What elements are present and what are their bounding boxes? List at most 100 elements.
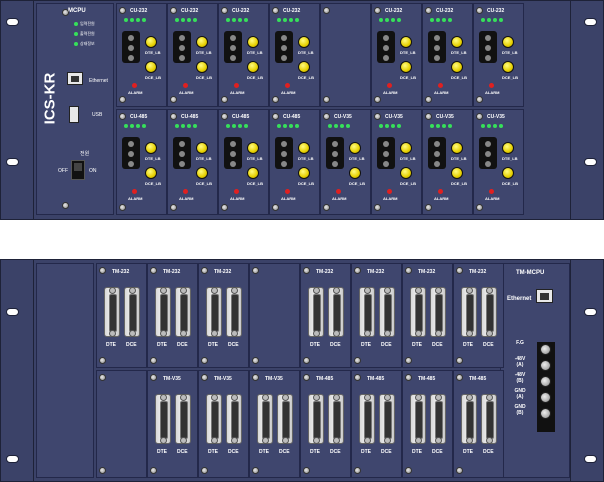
dte-db25-connector[interactable]: [410, 394, 426, 444]
dce-db25-connector[interactable]: [124, 287, 140, 337]
top-right-ear: [570, 0, 604, 220]
dte-db25-connector[interactable]: [461, 394, 477, 444]
dce-db25-connector[interactable]: [481, 394, 497, 444]
rj-port-block[interactable]: [173, 31, 191, 63]
dte-loopback-button[interactable]: [196, 36, 208, 48]
terminal-screw[interactable]: [540, 392, 551, 403]
dte-db25-connector[interactable]: [410, 287, 426, 337]
dte-db25-connector[interactable]: [155, 287, 171, 337]
dce-db25-connector[interactable]: [328, 394, 344, 444]
dte-loopback-button[interactable]: [247, 142, 259, 154]
dce-loopback-button[interactable]: [145, 61, 157, 73]
terminal-screw[interactable]: [540, 360, 551, 371]
rj-port-block[interactable]: [224, 137, 242, 169]
dce-db25-connector[interactable]: [175, 287, 191, 337]
dte-loopback-button[interactable]: [451, 142, 463, 154]
rj-port-block[interactable]: [122, 137, 140, 169]
dte-db25-connector[interactable]: [257, 394, 273, 444]
dce-loopback-button[interactable]: [400, 61, 412, 73]
dce-loopback-button[interactable]: [247, 167, 259, 179]
dte-db25-connector[interactable]: [359, 287, 375, 337]
dte-db25-connector[interactable]: [155, 394, 171, 444]
rj-port-block[interactable]: [224, 31, 242, 63]
rj-port-block[interactable]: [326, 137, 344, 169]
status-led-label: 출력전원: [80, 31, 95, 36]
dce-loopback-button[interactable]: [298, 167, 310, 179]
rj-port-block[interactable]: [377, 31, 395, 63]
rj-port-block[interactable]: [173, 137, 191, 169]
power-switch[interactable]: [71, 160, 85, 180]
port-pin: [281, 35, 287, 41]
rj-port-block[interactable]: [479, 31, 497, 63]
dte-db25-connector[interactable]: [206, 287, 222, 337]
dte-loopback-button[interactable]: [451, 36, 463, 48]
dte-loopback-button[interactable]: [298, 142, 310, 154]
tm-ethernet-port[interactable]: [536, 289, 553, 303]
dte-loopback-button[interactable]: [298, 36, 310, 48]
dte-db25-connector[interactable]: [308, 394, 324, 444]
dce-db25-connector[interactable]: [277, 394, 293, 444]
dce-loopback-button[interactable]: [502, 61, 514, 73]
dte-loopback-button[interactable]: [400, 36, 412, 48]
dce-db25-connector[interactable]: [481, 287, 497, 337]
dte-label: DTE: [157, 449, 167, 455]
dce-loopback-button[interactable]: [400, 167, 412, 179]
rj-port-block[interactable]: [428, 31, 446, 63]
connector-screw: [109, 330, 116, 337]
connector-screw: [466, 330, 473, 337]
dte-loopback-button[interactable]: [145, 36, 157, 48]
connector-screw: [231, 394, 238, 401]
dce-loopback-button[interactable]: [196, 167, 208, 179]
dte-loopback-button[interactable]: [349, 142, 361, 154]
mount-hole: [6, 308, 19, 316]
dce-loopback-button[interactable]: [298, 61, 310, 73]
ethernet-port[interactable]: [67, 72, 83, 85]
dce-loopback-button[interactable]: [502, 167, 514, 179]
dce-db25-connector[interactable]: [226, 394, 242, 444]
dce-db25-connector[interactable]: [328, 287, 344, 337]
dte-db25-connector[interactable]: [206, 394, 222, 444]
dte-loopback-button[interactable]: [196, 142, 208, 154]
dce-db25-connector[interactable]: [430, 394, 446, 444]
dce-loopback-button[interactable]: [145, 167, 157, 179]
dce-loopback-button[interactable]: [349, 167, 361, 179]
dce-loopback-button[interactable]: [247, 61, 259, 73]
dce-loopback-button[interactable]: [196, 61, 208, 73]
dte-db25-connector[interactable]: [461, 287, 477, 337]
dce-label: DCE: [330, 342, 341, 348]
tm-card-name: TM-232: [367, 269, 385, 275]
dce-loopback-button[interactable]: [451, 61, 463, 73]
rj-port-block[interactable]: [479, 137, 497, 169]
dce-loopback-button[interactable]: [451, 167, 463, 179]
dte-loopback-button[interactable]: [247, 36, 259, 48]
power-switch-rocker: [74, 163, 82, 171]
rj-port-block[interactable]: [275, 31, 293, 63]
dte-loopback-button[interactable]: [400, 142, 412, 154]
card-led: [391, 18, 395, 22]
dce-db25-connector[interactable]: [175, 394, 191, 444]
dte-loopback-button[interactable]: [502, 142, 514, 154]
dte-db25-connector[interactable]: [104, 287, 120, 337]
dce-db25-connector[interactable]: [430, 287, 446, 337]
connector-screw: [364, 330, 371, 337]
rj-port-block[interactable]: [122, 31, 140, 63]
screw: [405, 267, 412, 274]
terminal-screw[interactable]: [540, 376, 551, 387]
rj-port-block[interactable]: [275, 137, 293, 169]
terminal-screw[interactable]: [540, 344, 551, 355]
dte-loopback-button[interactable]: [502, 36, 514, 48]
dte-loopback-button[interactable]: [145, 142, 157, 154]
connector-screw: [282, 394, 289, 401]
rj-port-block[interactable]: [377, 137, 395, 169]
terminal-label: F.G: [516, 340, 524, 346]
dce-db25-connector[interactable]: [379, 287, 395, 337]
tm-ethernet-port-socket: [540, 293, 549, 300]
card-led: [181, 124, 185, 128]
usb-port[interactable]: [69, 106, 79, 123]
dce-db25-connector[interactable]: [226, 287, 242, 337]
dte-db25-connector[interactable]: [308, 287, 324, 337]
dte-db25-connector[interactable]: [359, 394, 375, 444]
rj-port-block[interactable]: [428, 137, 446, 169]
dce-db25-connector[interactable]: [379, 394, 395, 444]
terminal-screw[interactable]: [540, 408, 551, 419]
